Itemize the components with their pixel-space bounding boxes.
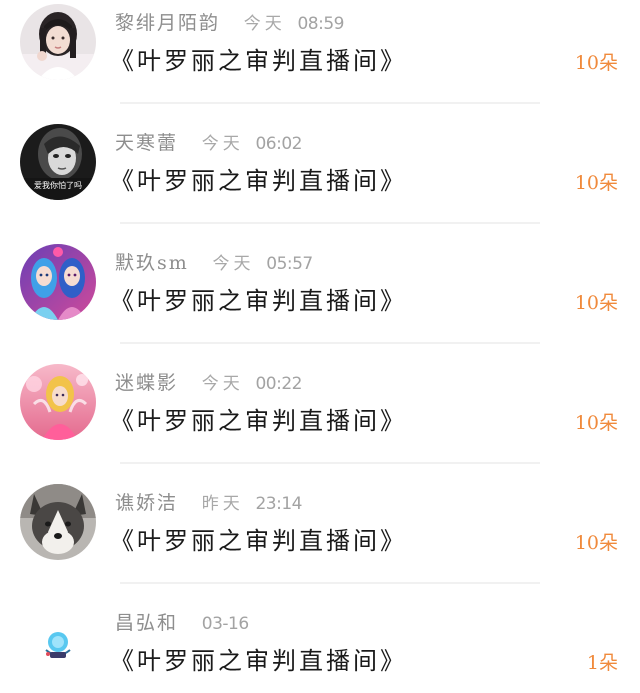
username[interactable]: 迷蝶影	[115, 372, 178, 394]
message-text: 《叶罗丽之审判直播间》	[110, 527, 407, 555]
timestamp: 00:22	[255, 374, 302, 394]
message-text: 《叶罗丽之审判直播间》	[110, 647, 407, 675]
message-text: 《叶罗丽之审判直播间》	[110, 167, 407, 195]
pink-fairy-avatar-icon	[20, 364, 96, 440]
gift-count: 10朵	[574, 172, 618, 194]
username[interactable]: 谯娇洁	[115, 492, 178, 514]
divider	[120, 342, 540, 344]
message-text: 《叶罗丽之审判直播间》	[110, 47, 407, 75]
gift-count: 10朵	[574, 52, 618, 74]
day-label: 今天	[201, 374, 244, 394]
list-item[interactable]: 爱我你怕了吗 天寒蕾 今天 06:02 《叶罗丽之审判直播间》 10朵	[0, 120, 640, 240]
day-label: 今天	[243, 14, 286, 34]
divider	[120, 222, 540, 224]
list-item[interactable]: 谯娇洁 昨天 23:14 《叶罗丽之审判直播间》 10朵	[0, 480, 640, 600]
divider	[120, 462, 540, 464]
message-text: 《叶罗丽之审判直播间》	[110, 287, 407, 315]
username[interactable]: 天寒蕾	[115, 132, 178, 154]
user-avatar[interactable]: 爱我你怕了吗	[20, 124, 96, 200]
day-label: 今天	[212, 254, 255, 274]
user-avatar[interactable]	[20, 364, 96, 440]
list-item[interactable]: 默玖sm 今天 05:57 《叶罗丽之审判直播间》 10朵	[0, 240, 640, 360]
item-meta: 迷蝶影 今天 00:22	[115, 370, 302, 396]
timestamp: 03-16	[201, 614, 249, 634]
gift-count: 10朵	[574, 292, 618, 314]
item-meta: 谯娇洁 昨天 23:14	[115, 490, 302, 516]
item-meta: 默玖sm 今天 05:57	[115, 250, 313, 276]
item-meta: 天寒蕾 今天 06:02	[115, 130, 302, 156]
username[interactable]: 默玖sm	[115, 252, 189, 274]
blue-cartoon-avatar-icon	[20, 604, 96, 680]
timestamp: 23:14	[255, 494, 302, 514]
list-item[interactable]: 迷蝶影 今天 00:22 《叶罗丽之审判直播间》 10朵	[0, 360, 640, 480]
timestamp: 06:02	[255, 134, 302, 154]
gift-count: 1朵	[586, 652, 618, 674]
list-item[interactable]: 黎绯月陌韵 今天 08:59 《叶罗丽之审判直播间》 10朵	[0, 0, 640, 120]
anime-dolls-avatar-icon	[20, 244, 96, 320]
item-meta: 黎绯月陌韵 今天 08:59	[115, 10, 344, 36]
gift-record-list: 黎绯月陌韵 今天 08:59 《叶罗丽之审判直播间》 10朵 爱我你怕了吗 天寒…	[0, 0, 640, 693]
timestamp: 05:57	[266, 254, 313, 274]
user-avatar[interactable]	[20, 484, 96, 560]
list-item[interactable]: 昌弘和 03-16 《叶罗丽之审判直播间》 1朵	[0, 600, 640, 693]
item-meta: 昌弘和 03-16	[115, 610, 249, 636]
username[interactable]: 昌弘和	[115, 612, 178, 634]
user-avatar[interactable]	[20, 604, 96, 680]
gift-count: 10朵	[574, 412, 618, 434]
divider	[120, 102, 540, 104]
user-avatar[interactable]	[20, 4, 96, 80]
gift-count: 10朵	[574, 532, 618, 554]
girl-photo-avatar-icon	[20, 4, 96, 80]
day-label: 昨天	[201, 494, 244, 514]
user-avatar[interactable]	[20, 244, 96, 320]
bw-portrait-avatar-icon: 爱我你怕了吗	[20, 124, 96, 200]
divider	[120, 582, 540, 584]
username[interactable]: 黎绯月陌韵	[115, 12, 220, 34]
timestamp: 08:59	[297, 14, 344, 34]
day-label: 今天	[201, 134, 244, 154]
husky-dog-avatar-icon	[20, 484, 96, 560]
message-text: 《叶罗丽之审判直播间》	[110, 407, 407, 435]
avatar-caption: 爱我你怕了吗	[34, 180, 82, 190]
